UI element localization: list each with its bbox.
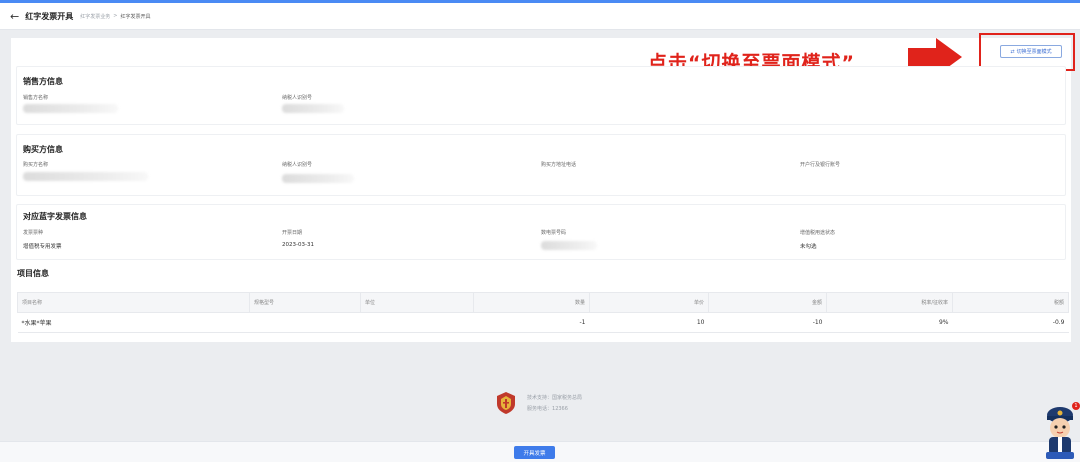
cell-unit-price: 10 xyxy=(589,312,709,333)
column-header-unit: 单位 xyxy=(360,292,474,313)
column-header-quantity: 数量 xyxy=(473,292,590,313)
blue-invoice-section-title: 对应蓝字发票信息 xyxy=(23,212,87,221)
seller-name-label: 销售方名称 xyxy=(23,95,49,101)
footer-hotline: 服务电话：12366 xyxy=(527,405,568,412)
footer-support: 技术支持：国家税务总局 xyxy=(527,394,582,401)
invoice-date-value: 2023-03-31 xyxy=(282,242,314,248)
assistant-mascot-icon[interactable] xyxy=(1043,403,1077,459)
footer-hotline-label: 服务电话： xyxy=(527,406,553,412)
cell-item-name: *水果*苹果 xyxy=(17,312,250,333)
cell-quantity: -1 xyxy=(473,312,590,333)
cell-tax-amount: -0.9 xyxy=(952,312,1069,333)
items-section-title: 项目信息 xyxy=(17,269,49,278)
tax-bureau-emblem-icon xyxy=(497,392,515,414)
vat-status-value: 未勾选 xyxy=(800,244,817,250)
column-header-item-name: 项目名称 xyxy=(17,292,250,313)
page-title: 红字发票开具 xyxy=(25,11,74,21)
seller-name-redacted xyxy=(23,104,118,113)
breadcrumb-item-parent[interactable]: 红字发票业务 xyxy=(80,13,110,20)
seller-tax-id-label: 纳税人识别号 xyxy=(282,95,313,101)
footer-hotline-value: 12366 xyxy=(552,406,568,412)
column-header-amount: 金额 xyxy=(708,292,827,313)
breadcrumb-separator: > xyxy=(113,13,118,19)
invoice-number-redacted xyxy=(541,241,597,250)
buyer-section-title: 购买方信息 xyxy=(23,145,63,154)
switch-to-ticket-mode-button[interactable]: ⇄ 切换至票面模式 xyxy=(1000,45,1062,58)
invoice-type-value: 增值税专用发票 xyxy=(23,244,62,250)
switch-button-label: 切换至票面模式 xyxy=(1016,49,1052,55)
items-table: 项目名称 规格型号 单位 数量 单价 金额 税率/征收率 税额 *水果*苹果 -… xyxy=(17,292,1069,333)
table-row: *水果*苹果 -1 10 -10 9% -0.9 xyxy=(17,312,1069,333)
buyer-address-label: 购买方地址电话 xyxy=(541,162,577,168)
invoice-date-label: 开票日期 xyxy=(282,230,303,236)
cell-amount: -10 xyxy=(708,312,827,333)
buyer-name-redacted xyxy=(23,172,148,181)
vat-status-label: 增值税用途状态 xyxy=(800,230,836,236)
cell-unit xyxy=(360,312,474,333)
buyer-name-label: 购买方名称 xyxy=(23,162,49,168)
buyer-tax-id-redacted xyxy=(282,174,354,183)
assistant-badge: 1 xyxy=(1072,402,1080,410)
arrow-left-icon[interactable]: ← xyxy=(10,10,19,23)
cell-spec xyxy=(249,312,361,333)
column-header-tax-amount: 税额 xyxy=(952,292,1069,313)
breadcrumb-item-current: 红字发票开具 xyxy=(120,13,151,20)
invoice-number-label: 数电票号码 xyxy=(541,230,567,236)
buyer-tax-id-label: 纳税人识别号 xyxy=(282,162,313,168)
invoice-type-label: 发票票种 xyxy=(23,230,44,236)
seller-section xyxy=(16,66,1066,125)
footer-support-value: 国家税务总局 xyxy=(552,395,583,401)
buyer-bank-label: 开户行及银行账号 xyxy=(800,162,841,168)
column-header-tax-rate: 税率/征收率 xyxy=(826,292,953,313)
seller-tax-id-redacted xyxy=(282,104,344,113)
footer-support-label: 技术支持： xyxy=(527,395,553,401)
seller-section-title: 销售方信息 xyxy=(23,77,63,86)
page-header: ← 红字发票开具 红字发票业务 > 红字发票开具 xyxy=(0,3,1080,30)
issue-invoice-button[interactable]: 开具发票 xyxy=(514,446,555,459)
switch-icon: ⇄ xyxy=(1010,48,1015,55)
column-header-spec: 规格型号 xyxy=(249,292,361,313)
cell-tax-rate: 9% xyxy=(826,312,953,333)
column-header-unit-price: 单价 xyxy=(589,292,709,313)
items-header-row: 项目名称 规格型号 单位 数量 单价 金额 税率/征收率 税额 xyxy=(17,292,1069,313)
